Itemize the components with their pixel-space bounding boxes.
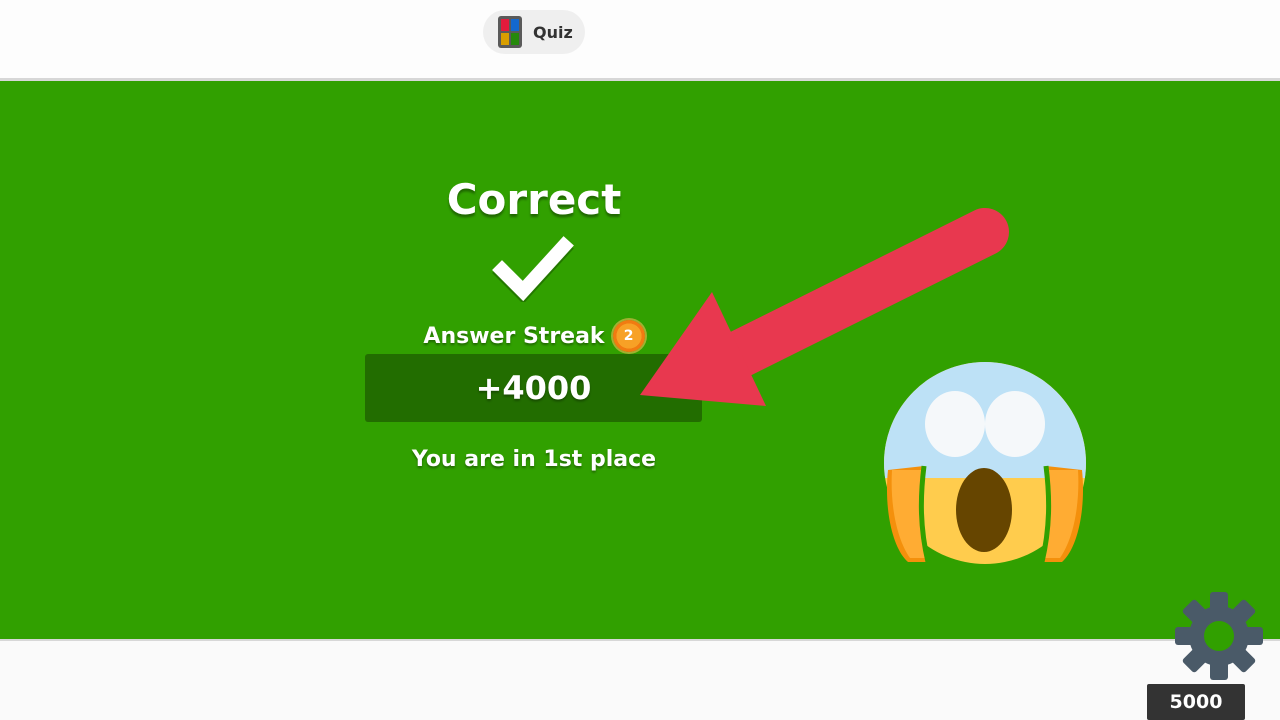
checkmark-icon	[492, 236, 574, 302]
streak-label: Answer Streak	[423, 323, 605, 349]
total-score-box: 5000	[1147, 684, 1245, 720]
quiz-title-pill: Quiz	[483, 10, 585, 54]
points-earned-box: +4000	[365, 354, 702, 422]
gear-icon[interactable]	[1173, 590, 1265, 682]
total-score: 5000	[1169, 691, 1223, 713]
screaming-face-emoji	[884, 362, 1086, 564]
quiz-label: Quiz	[533, 22, 573, 42]
place-status: You are in 1st place	[411, 447, 657, 472]
points-earned: +4000	[475, 369, 592, 407]
top-bar: Quiz	[0, 0, 1280, 78]
result-title: Correct	[446, 175, 622, 224]
answer-streak: Answer Streak 2	[366, 320, 702, 352]
quiz-app-icon	[498, 16, 522, 48]
streak-badge: 2	[612, 320, 645, 352]
